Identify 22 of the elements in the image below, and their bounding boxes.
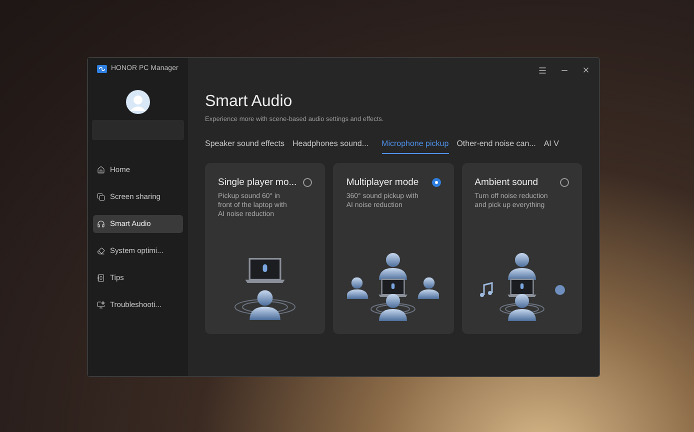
mode-title: Ambient sound xyxy=(474,176,538,190)
tab[interactable]: AI V xyxy=(544,136,559,154)
copy-icon xyxy=(97,193,105,201)
home-icon xyxy=(97,166,105,174)
app-logo-icon xyxy=(97,65,107,73)
radio-button[interactable] xyxy=(303,178,312,188)
mode-title: Multiplayer mode xyxy=(346,176,419,190)
radio-button[interactable] xyxy=(560,178,569,188)
monitor-icon xyxy=(97,301,105,309)
tab[interactable]: Speaker sound effects xyxy=(205,136,284,154)
radio-button[interactable] xyxy=(432,178,441,188)
avatar-icon[interactable] xyxy=(126,90,150,114)
headphones-icon xyxy=(97,220,105,228)
close-icon[interactable] xyxy=(582,66,590,74)
eraser-icon xyxy=(97,247,105,255)
tab[interactable]: Other-end noise can... xyxy=(456,136,536,154)
notebook-icon xyxy=(97,274,105,282)
menu-icon[interactable] xyxy=(538,66,547,74)
tab[interactable]: Headphones sound... xyxy=(292,136,369,154)
mode-title: Single player mo... xyxy=(218,176,297,190)
page-title: Smart Audio xyxy=(205,93,294,111)
tab[interactable]: Microphone pickup xyxy=(382,136,449,154)
